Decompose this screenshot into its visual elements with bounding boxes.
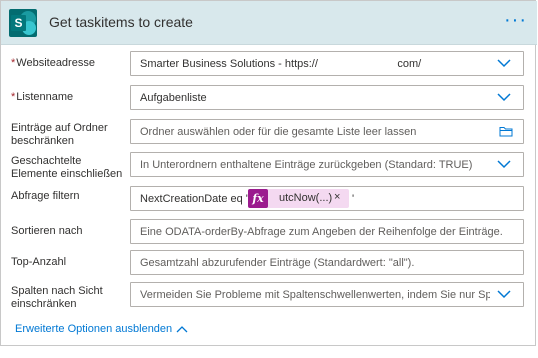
chevron-down-icon[interactable] — [497, 92, 511, 102]
folder-picker-field[interactable]: Ordner auswählen oder für die gesamte Li… — [130, 119, 524, 144]
chevron-down-icon[interactable] — [497, 58, 511, 68]
list-name-value: Aufgabenliste — [140, 92, 207, 104]
field-label: Abfrage filtern — [11, 190, 80, 202]
fx-icon: fx — [248, 189, 268, 208]
field-label: *Listenname — [11, 91, 74, 103]
limit-columns-placeholder: Vermeiden Sie Probleme mit Spaltenschwel… — [140, 289, 490, 301]
token-label: utcNow(...) — [279, 192, 333, 204]
sharepoint-icon: S — [9, 9, 37, 37]
required-marker: * — [11, 91, 16, 103]
chevron-up-icon[interactable] — [176, 325, 188, 333]
folder-placeholder: Ordner auswählen oder für die gesamte Li… — [140, 126, 417, 138]
order-by-placeholder: Eine ODATA-orderBy-Abfrage zum Angeben d… — [140, 226, 503, 238]
action-title[interactable]: Get taskitems to create — [49, 14, 193, 30]
card-header[interactable]: S Get taskitems to create ··· — [1, 1, 537, 45]
field-label: *Websiteadresse — [11, 57, 95, 69]
field-label: Geschachtelte Elemente einschließen — [11, 155, 123, 180]
chevron-down-icon[interactable] — [497, 159, 511, 169]
top-count-input[interactable]: Gesamtzahl abzurufender Einträge (Standa… — [130, 250, 524, 275]
nested-placeholder: In Unterordnern enthaltene Einträge zurü… — [140, 159, 473, 171]
nested-items-dropdown[interactable]: In Unterordnern enthaltene Einträge zurü… — [130, 152, 524, 177]
list-name-dropdown[interactable]: Aufgabenliste — [130, 85, 524, 110]
field-label: Spalten nach Sicht einschränken — [11, 285, 103, 310]
limit-columns-dropdown[interactable]: Vermeiden Sie Probleme mit Spaltenschwel… — [130, 282, 524, 307]
chevron-down-icon[interactable] — [497, 289, 511, 299]
field-label: Sortieren nach — [11, 225, 83, 237]
more-options-icon[interactable]: ··· — [504, 9, 527, 32]
field-label: Top-Anzahl — [11, 256, 67, 268]
order-by-input[interactable]: Eine ODATA-orderBy-Abfrage zum Angeben d… — [130, 219, 524, 244]
filter-query-suffix: ' — [352, 193, 355, 205]
advanced-options-toggle[interactable]: Erweiterte Optionen ausblenden — [15, 323, 172, 335]
folder-icon[interactable] — [499, 126, 513, 137]
required-marker: * — [11, 57, 16, 69]
action-card: S Get taskitems to create ··· *Websitead… — [0, 0, 537, 346]
site-address-value: Smarter Business Solutions - https:// co… — [140, 58, 422, 70]
filter-query-text: NextCreationDate eq ' — [140, 193, 248, 205]
top-count-placeholder: Gesamtzahl abzurufender Einträge (Standa… — [140, 257, 415, 269]
field-label: Einträge auf Ordner beschränken — [11, 122, 108, 147]
site-address-dropdown[interactable]: Smarter Business Solutions - https:// co… — [130, 51, 524, 76]
filter-query-input[interactable]: NextCreationDate eq ' utcNow(...) × fx ' — [130, 186, 524, 211]
remove-token-icon[interactable]: × — [334, 191, 340, 203]
